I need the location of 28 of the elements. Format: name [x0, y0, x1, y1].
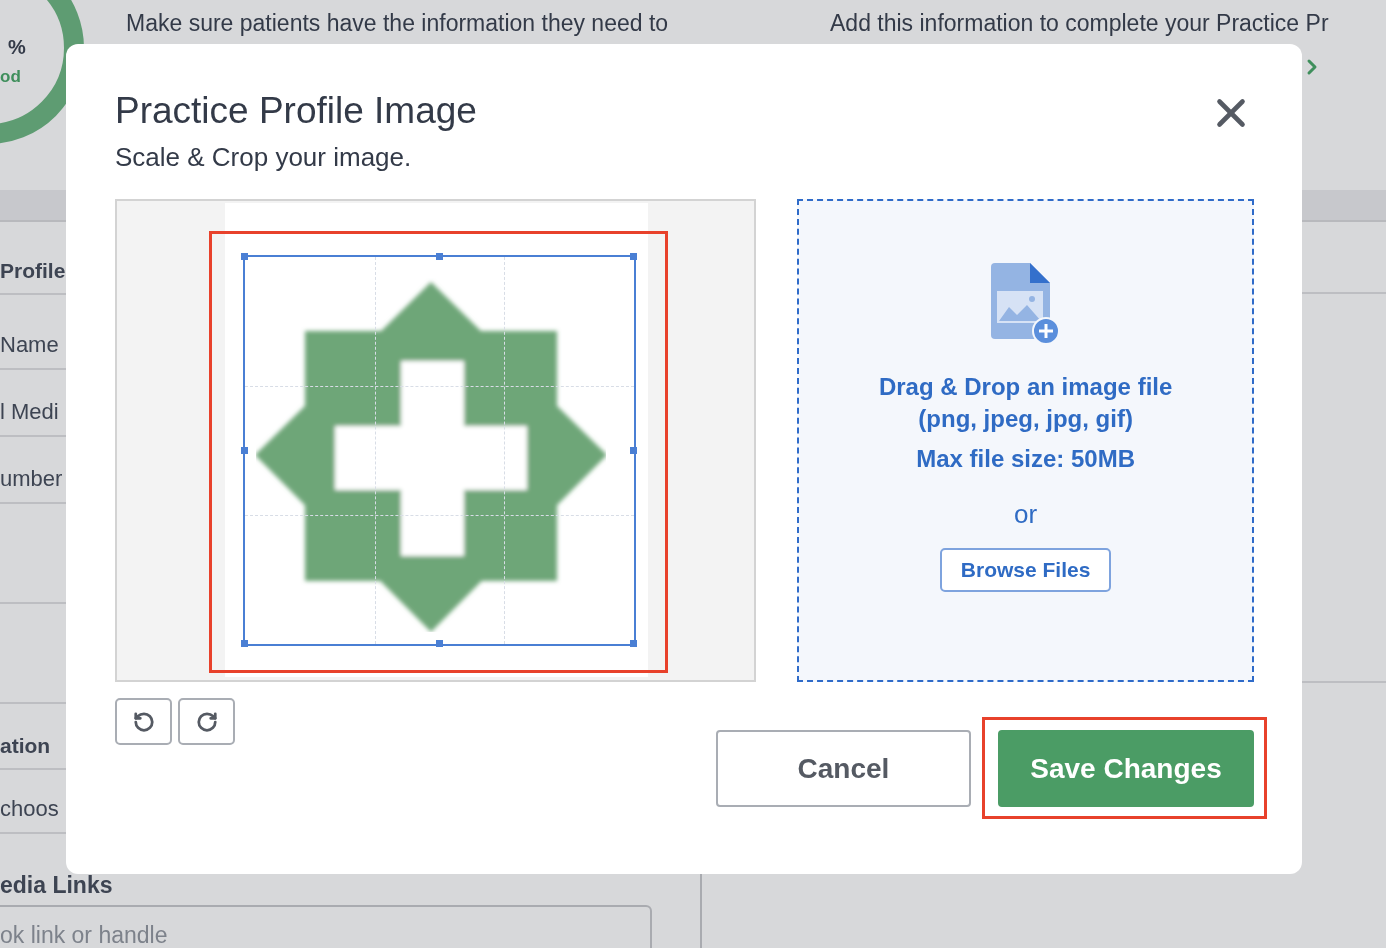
drop-instructions: Drag & Drop an image file: [878, 373, 1173, 401]
rotate-left-button[interactable]: [115, 698, 172, 745]
field-label: l Medi: [0, 399, 59, 425]
image-file-add-icon: [990, 263, 1061, 345]
field-label: umber: [0, 466, 63, 492]
rotate-right-icon: [195, 710, 218, 733]
social-link-input[interactable]: ok link or handle: [0, 905, 652, 948]
section-heading: edia Links: [0, 872, 114, 899]
progress-percent: %: [8, 36, 26, 59]
cancel-button[interactable]: Cancel: [716, 730, 971, 807]
or-separator: or: [1014, 499, 1038, 530]
rotate-left-icon: [132, 710, 155, 733]
drop-zone[interactable]: Drag & Drop an image file (png, jpeg, jpg, gif) Max file size: 50MB or Browse Files: [797, 199, 1254, 682]
intro-text: Make sure patients have the information they need to: [126, 10, 669, 37]
field-label: Name: [0, 332, 59, 358]
crop-box[interactable]: [243, 255, 636, 646]
section-heading: ation: [0, 734, 51, 758]
save-button[interactable]: Save Changes: [998, 730, 1254, 807]
intro-text: Add this information to complete your Practice Pr: [830, 10, 1329, 37]
browse-files-button[interactable]: Browse Files: [939, 548, 1112, 592]
dialog-title: Practice Profile Image: [115, 90, 477, 132]
field-label: choos: [0, 796, 59, 822]
drop-instructions: Max file size: 50MB: [916, 445, 1135, 473]
dialog-subtitle: Scale & Crop your image.: [115, 142, 413, 173]
drop-instructions: (png, jpeg, jpg, gif): [918, 405, 1133, 433]
progress-rating: od: [0, 67, 21, 87]
rotate-right-button[interactable]: [178, 698, 235, 745]
section-heading: Profile: [0, 259, 66, 283]
